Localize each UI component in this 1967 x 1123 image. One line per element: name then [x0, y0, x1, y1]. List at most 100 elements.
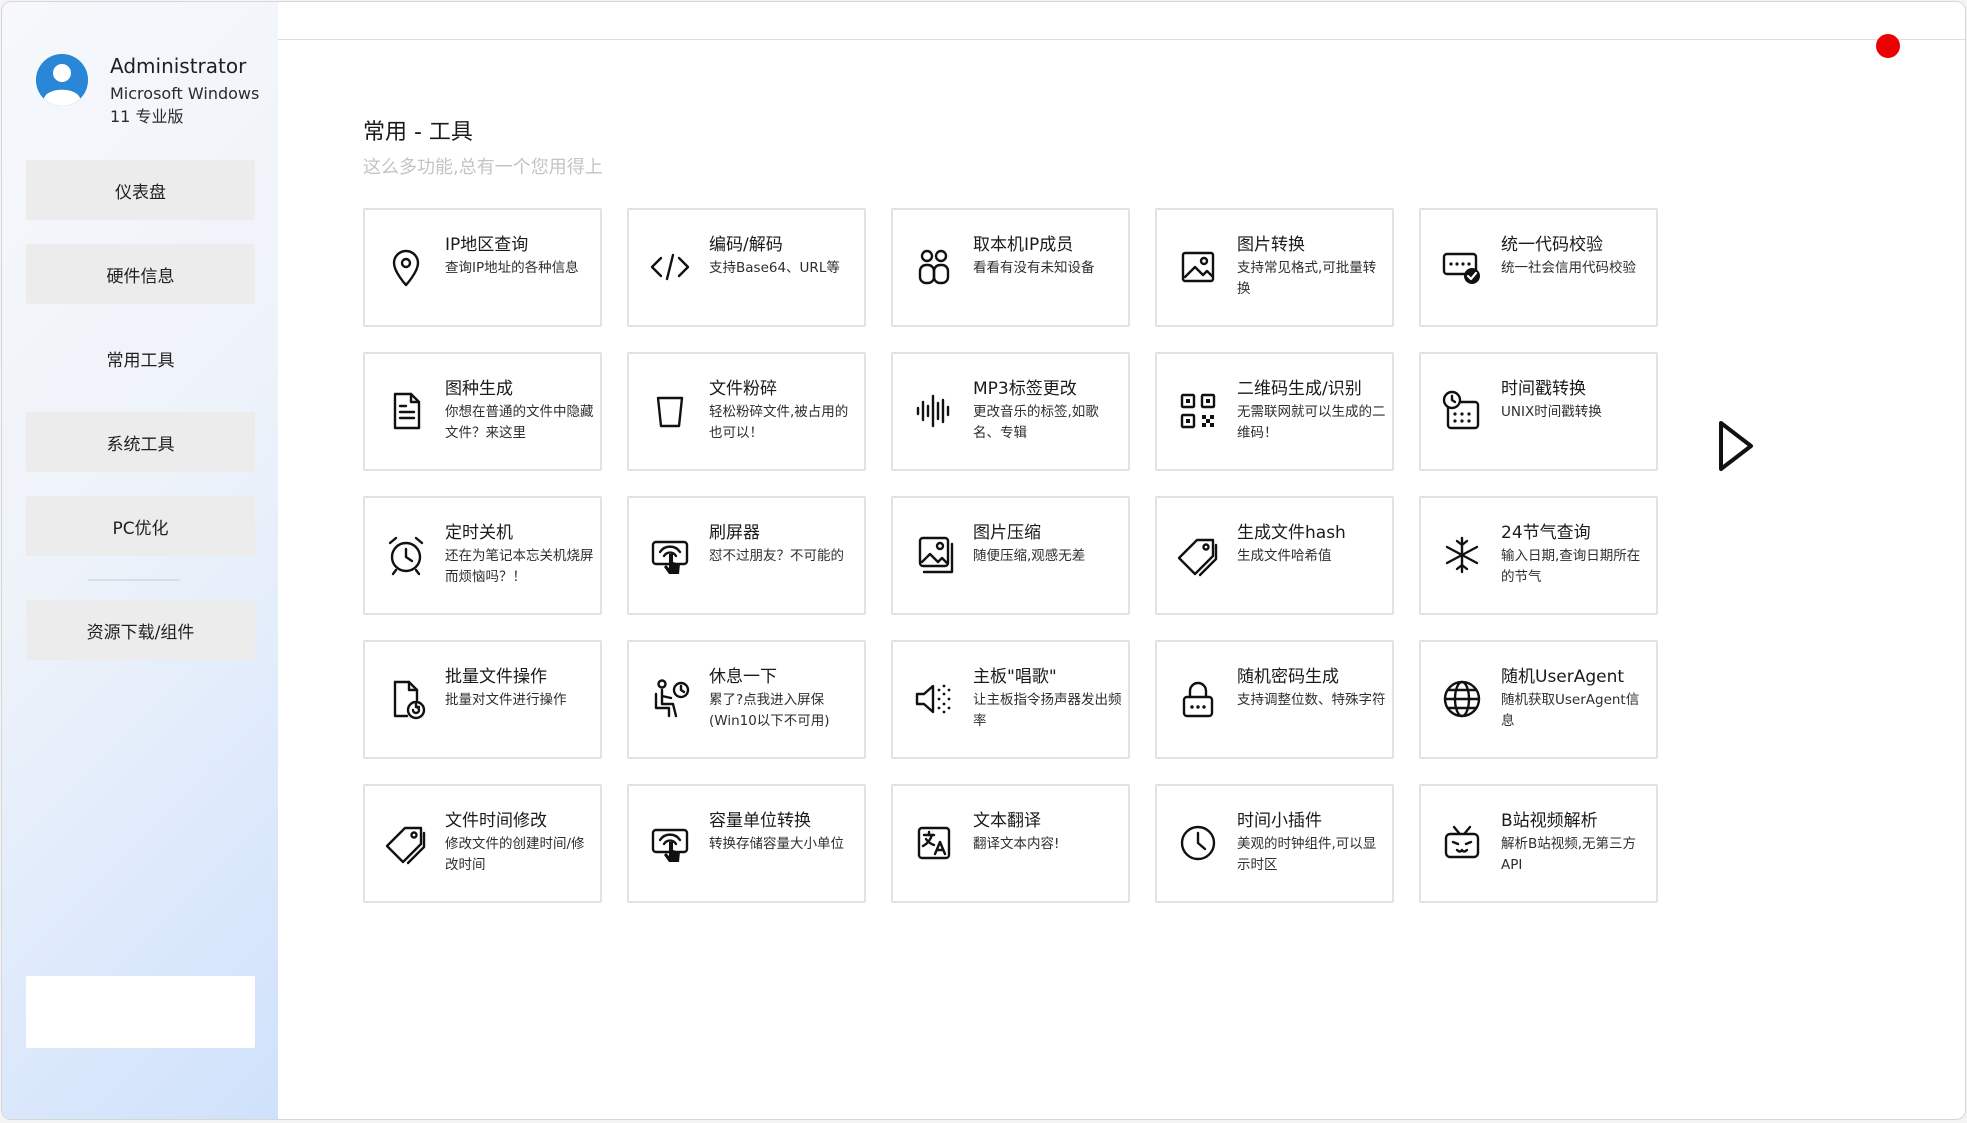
tool-card-description: 转换存储容量大小单位 — [709, 836, 844, 852]
tool-card-title: 刷屏器 — [709, 523, 760, 543]
tool-card-description: 统一社会信用代码校验 — [1501, 260, 1636, 276]
nav-system-tools[interactable]: 系统工具 — [26, 412, 255, 472]
tool-card-description: 支持常见格式,可批量转换 — [1237, 260, 1377, 297]
tool-card-description: 翻译文本内容! — [973, 836, 1060, 852]
tool-card-title: 取本机IP成员 — [973, 235, 1074, 255]
tool-card-title: 随机UserAgent — [1501, 667, 1625, 687]
nav-hardware-info[interactable]: 硬件信息 — [26, 244, 255, 304]
trash-icon — [647, 388, 693, 434]
code-icon — [647, 244, 693, 290]
tool-card[interactable]: 容量单位转换转换存储容量大小单位 — [627, 784, 866, 903]
clock-icon — [1175, 820, 1221, 866]
tool-card-title: IP地区查询 — [445, 235, 529, 255]
verify-code-icon — [1439, 244, 1485, 290]
tool-card-title: 文件粉碎 — [709, 379, 777, 399]
tool-card-description: 累了?点我进入屏保(Win10以下不可用) — [709, 692, 830, 729]
tool-card-title: 生成文件hash — [1237, 523, 1346, 543]
tool-card-description: 更改音乐的标签,如歌名、专辑 — [973, 404, 1099, 441]
tool-card[interactable]: 统一代码校验统一社会信用代码校验 — [1419, 208, 1658, 327]
tag-icon — [1175, 532, 1221, 578]
tool-card[interactable]: 图片转换 支持常见格式,可批量转换 — [1155, 208, 1394, 327]
page-subtitle: 这么多功能,总有一个您用得上 — [363, 157, 603, 178]
tool-card[interactable]: 取本机IP成员看看有没有未知设备 — [891, 208, 1130, 327]
tool-card[interactable]: 主板"唱歌" 让主板指令扬声器发出频率 — [891, 640, 1130, 759]
nav-resource-download[interactable]: 资源下载/组件 — [26, 600, 255, 660]
tool-grid: IP地区查询 查询IP地址的各种信息 编码/解码 支持Base64、URL等 取本机IP… — [363, 208, 1659, 903]
tool-card-title: 图种生成 — [445, 379, 513, 399]
tool-card-description: 修改文件的创建时间/修改时间 — [445, 836, 585, 873]
nav-dashboard[interactable]: 仪表盘 — [26, 160, 255, 220]
tool-card-description: 支持调整位数、特殊字符 — [1237, 692, 1386, 708]
title-bar — [278, 2, 1965, 40]
qr-code-icon — [1175, 388, 1221, 434]
user-name: Administrator — [110, 54, 247, 78]
screen-touch-icon — [647, 532, 693, 578]
app-window: Administrator Microsoft Windows 11 专业版 仪… — [1, 1, 1966, 1120]
tool-card-title: 主板"唱歌" — [973, 667, 1057, 687]
tool-card[interactable]: 批量文件操作批量对文件进行操作 — [363, 640, 602, 759]
user-os: Microsoft Windows 11 专业版 — [110, 84, 260, 126]
tool-card-title: 文本翻译 — [973, 811, 1041, 831]
sidebar: Administrator Microsoft Windows 11 专业版 仪… — [2, 2, 278, 1119]
bilibili-tv-icon — [1439, 820, 1485, 866]
tool-card[interactable]: 图片压缩 随便压缩,观感无差 — [891, 496, 1130, 615]
people-icon — [911, 244, 957, 290]
tool-card[interactable]: 刷屏器怼不过朋友？不可能的 — [627, 496, 866, 615]
tool-card[interactable]: 文本翻译翻译文本内容! — [891, 784, 1130, 903]
tool-card-title: 批量文件操作 — [445, 667, 547, 687]
nav-common-tools[interactable]: 常用工具 — [26, 328, 255, 388]
tool-card[interactable]: 时间戳转换 UNIX时间戳转换 — [1419, 352, 1658, 471]
tool-card[interactable]: 24节气查询 输入日期,查询日期所在的节气 — [1419, 496, 1658, 615]
tool-card-title: 时间戳转换 — [1501, 379, 1586, 399]
tool-card-description: 怼不过朋友？不可能的 — [709, 548, 844, 564]
tool-card-title: 统一代码校验 — [1501, 235, 1603, 255]
globe-icon — [1439, 676, 1485, 722]
nav-pc-optimize[interactable]: PC优化 — [26, 496, 255, 556]
rest-chair-icon — [647, 676, 693, 722]
tool-card-title: 休息一下 — [709, 667, 777, 687]
tag-icon — [383, 820, 429, 866]
tool-card-description: 美观的时钟组件,可以显示时区 — [1237, 836, 1377, 873]
tool-card-description: 解析B站视频,无第三方API — [1501, 836, 1637, 873]
tool-card[interactable]: 文件时间修改修改文件的创建时间/修改时间 — [363, 784, 602, 903]
tool-card[interactable]: MP3标签更改更改音乐的标签,如歌名、专辑 — [891, 352, 1130, 471]
tool-card[interactable]: 休息一下累了?点我进入屏保(Win10以下不可用) — [627, 640, 866, 759]
tool-card-title: 容量单位转换 — [709, 811, 811, 831]
next-page-button[interactable] — [1716, 419, 1756, 473]
tool-card-description: UNIX时间戳转换 — [1501, 404, 1602, 420]
tool-card-title: B站视频解析 — [1501, 811, 1598, 831]
close-button[interactable] — [1876, 34, 1900, 58]
tool-card[interactable]: 图种生成你想在普通的文件中隐藏文件？来这里 — [363, 352, 602, 471]
tool-card-description: 你想在普通的文件中隐藏文件？来这里 — [445, 404, 594, 441]
tool-card-title: 文件时间修改 — [445, 811, 547, 831]
tool-card-description: 无需联网就可以生成的二维码！ — [1237, 404, 1386, 441]
tool-card-title: MP3标签更改 — [973, 379, 1077, 399]
tool-card[interactable]: 编码/解码 支持Base64、URL等 — [627, 208, 866, 327]
tool-card-description: 还在为笔记本忘关机烧屏而烦恼吗？！ — [445, 548, 594, 585]
tool-card[interactable]: 时间小插件 美观的时钟组件,可以显示时区 — [1155, 784, 1394, 903]
tool-card-description: 批量对文件进行操作 — [445, 692, 567, 708]
tool-card[interactable]: 随机UserAgent 随机获取UserAgent信息 — [1419, 640, 1658, 759]
tool-card[interactable]: 生成文件hash 生成文件哈希值 — [1155, 496, 1394, 615]
tool-card-title: 图片压缩 — [973, 523, 1041, 543]
user-profile: Administrator Microsoft Windows 11 专业版 — [36, 52, 276, 132]
tool-card[interactable]: 随机密码生成支持调整位数、特殊字符 — [1155, 640, 1394, 759]
document-icon — [383, 388, 429, 434]
tool-card[interactable]: B站视频解析解析B站视频,无第三方API — [1419, 784, 1658, 903]
page-title: 常用 - 工具 — [363, 120, 473, 145]
tool-card[interactable]: 二维码生成/识别 无需联网就可以生成的二维码！ — [1155, 352, 1394, 471]
user-avatar-icon — [36, 54, 88, 106]
tool-card-title: 随机密码生成 — [1237, 667, 1339, 687]
calendar-clock-icon — [1439, 388, 1485, 434]
tool-card[interactable]: 定时关机还在为笔记本忘关机烧屏而烦恼吗？！ — [363, 496, 602, 615]
file-refresh-icon — [383, 676, 429, 722]
tool-card-description: 看看有没有未知设备 — [973, 260, 1095, 276]
snowflake-icon — [1439, 532, 1485, 578]
tool-card-title: 24节气查询 — [1501, 523, 1591, 543]
alarm-clock-icon — [383, 532, 429, 578]
tool-card[interactable]: 文件粉碎 轻松粉碎文件,被占用的也可以！ — [627, 352, 866, 471]
tool-card-description: 让主板指令扬声器发出频率 — [973, 692, 1122, 729]
tool-card-title: 定时关机 — [445, 523, 513, 543]
tool-card[interactable]: IP地区查询 查询IP地址的各种信息 — [363, 208, 602, 327]
sidebar-bottom-panel — [26, 976, 255, 1048]
